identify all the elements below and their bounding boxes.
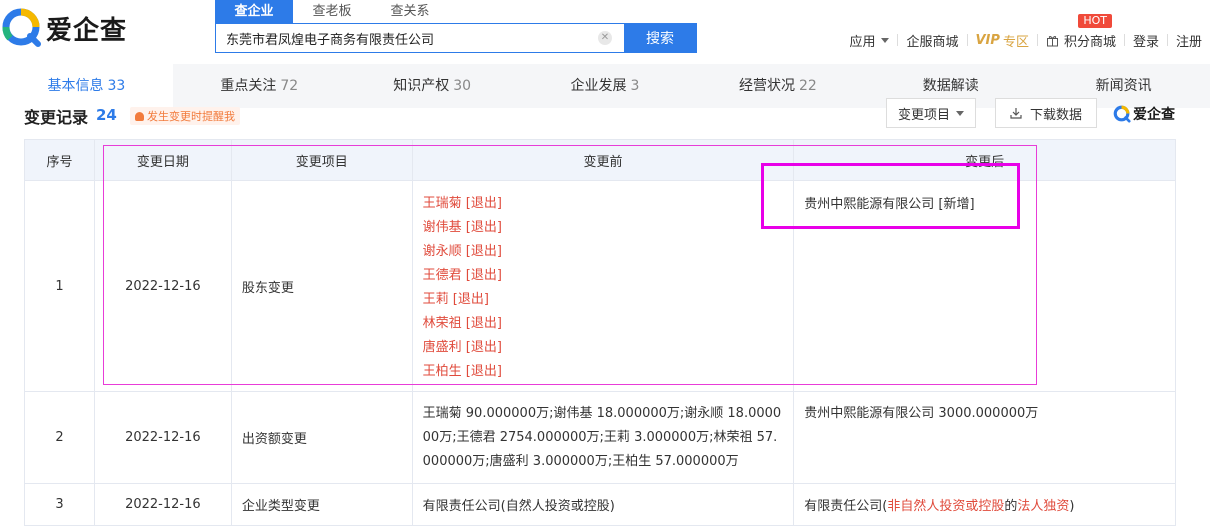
tab-count: 30 [453, 78, 472, 94]
after-highlight: 法人独资 [1017, 499, 1070, 514]
cell-item: 股东变更 [230, 180, 413, 392]
after-text: ) [1069, 499, 1075, 514]
logo-text: 爱企查 [46, 15, 128, 46]
change-remind-button[interactable]: 发生变更时提醒我 [130, 107, 240, 125]
header-idx: 序号 [24, 139, 95, 181]
tab-label: 经营状况 [738, 78, 795, 94]
download-icon [1010, 108, 1022, 119]
table-header-row: 序号 变更日期 变更项目 变更前 变更后 [24, 139, 1176, 181]
tab-basic-info[interactable]: 基本信息 33 [0, 64, 173, 108]
watermark-logo: 爱企查 [1113, 104, 1175, 124]
list-item[interactable]: 唐盛利 [退出] [423, 336, 784, 360]
gift-icon [1046, 35, 1058, 46]
list-item[interactable]: 王柏生 [退出] [423, 360, 784, 384]
chevron-down-icon [881, 37, 890, 43]
logo[interactable]: 爱企查 [2, 8, 142, 48]
cell-after[interactable]: 贵州中熙能源有限公司 [新增] [793, 180, 1176, 392]
tab-development[interactable]: 企业发展 3 [519, 64, 692, 108]
logo-icon [2, 8, 41, 47]
top-nav: 应用 企服商城 VIP 专区 积分商城 登录 注册 HOT [841, 14, 1210, 50]
tab-label: 知识产权 [393, 78, 450, 94]
search-tab-relation[interactable]: 查关系 [371, 0, 449, 24]
tab-label: 数据解读 [922, 78, 979, 94]
hot-badge: HOT [1078, 14, 1112, 28]
table-row: 1 2022-12-16 股东变更 王瑞菊 [退出] 谢伟基 [退出] 谢永顺 … [24, 180, 1176, 392]
after-highlight: 非自然人投资或控股 [887, 499, 1005, 514]
search-type-tabs: 查企业 查老板 查关系 [215, 0, 449, 24]
cell-idx: 1 [24, 180, 95, 392]
tab-label: 企业发展 [570, 78, 627, 94]
header-after: 变更后 [793, 139, 1176, 181]
search-input[interactable] [216, 24, 598, 52]
before-list: 王瑞菊 [退出] 谢伟基 [退出] 谢永顺 [退出] 王德君 [退出] 王莉 [… [423, 192, 784, 384]
section-title: 变更记录 [24, 108, 89, 126]
tab-count: 3 [630, 78, 640, 94]
change-item-select-label: 变更项目 [897, 107, 950, 123]
tab-count: 22 [798, 78, 817, 94]
list-item[interactable]: 王德君 [退出] [423, 264, 784, 288]
nav-points-mall-label: 积分商城 [1063, 34, 1116, 50]
tab-count: 33 [107, 78, 126, 94]
cell-date: 2022-12-16 [93, 391, 232, 484]
cell-item: 出资额变更 [230, 391, 413, 484]
cell-before: 王瑞菊 [退出] 谢伟基 [退出] 谢永顺 [退出] 王德君 [退出] 王莉 [… [411, 180, 795, 392]
nav-vip[interactable]: VIP 专区 [968, 31, 1037, 50]
cell-after: 贵州中熙能源有限公司 3000.000000万 [793, 391, 1176, 484]
watermark-logo-text: 爱企查 [1133, 107, 1175, 123]
search-box: ✕ 搜索 [215, 23, 697, 53]
tab-label: 新闻资讯 [1095, 78, 1152, 94]
header-before: 变更前 [411, 139, 795, 181]
after-text: 的 [1004, 499, 1018, 514]
after-text: 有限责任公司( [804, 499, 888, 514]
logo-icon [1113, 105, 1131, 123]
change-records-table: 序号 变更日期 变更项目 变更前 变更后 1 2022-12-16 股东变更 王… [24, 139, 1176, 526]
download-data-button[interactable]: 下载数据 [995, 98, 1097, 128]
list-item[interactable]: 谢永顺 [退出] [423, 240, 784, 264]
cell-idx: 3 [24, 483, 95, 526]
cell-date: 2022-12-16 [93, 180, 232, 392]
tab-count: 72 [280, 78, 299, 94]
header-date: 变更日期 [93, 139, 232, 181]
cell-idx: 2 [24, 391, 95, 484]
table-row: 3 2022-12-16 企业类型变更 有限责任公司(自然人投资或控股) 有限责… [24, 483, 1176, 526]
search-tab-boss[interactable]: 查老板 [293, 0, 371, 24]
tab-label: 基本信息 [47, 78, 104, 94]
bell-icon [135, 111, 144, 121]
list-item[interactable]: 王莉 [退出] [423, 288, 784, 312]
header-item: 变更项目 [230, 139, 413, 181]
vip-label: VIP [975, 32, 1000, 48]
top-header: 爱企查 查企业 查老板 查关系 ✕ 搜索 应用 企服商城 VIP 专区 [0, 0, 1210, 64]
tab-label: 重点关注 [220, 78, 277, 94]
vip-zone-label: 专区 [1002, 34, 1029, 50]
list-item[interactable]: 谢伟基 [退出] [423, 216, 784, 240]
nav-enterprise-mall[interactable]: 企服商城 [898, 31, 966, 50]
nav-points-mall[interactable]: 积分商城 [1038, 31, 1124, 50]
cell-before: 有限责任公司(自然人投资或控股) [411, 483, 795, 526]
search-tab-company[interactable]: 查企业 [215, 0, 293, 24]
list-item[interactable]: 林荣祖 [退出] [423, 312, 784, 336]
download-label: 下载数据 [1029, 107, 1082, 123]
cell-date: 2022-12-16 [93, 483, 232, 526]
change-item-select[interactable]: 变更项目 [886, 98, 976, 128]
remind-label: 发生变更时提醒我 [147, 110, 235, 123]
tab-key-focus[interactable]: 重点关注 72 [173, 64, 346, 108]
cell-before: 王瑞菊 90.000000万;谢伟基 18.000000万;谢永顺 18.000… [411, 391, 795, 484]
clear-icon[interactable]: ✕ [598, 31, 612, 45]
tab-ip[interactable]: 知识产权 30 [346, 64, 519, 108]
list-item[interactable]: 王瑞菊 [退出] [423, 192, 784, 216]
tab-operations[interactable]: 经营状况 22 [691, 64, 864, 108]
chevron-down-icon [956, 110, 964, 116]
nav-apps-label: 应用 [849, 34, 876, 50]
nav-apps[interactable]: 应用 [841, 31, 897, 50]
section-count: 24 [96, 106, 117, 124]
nav-register[interactable]: 注册 [1168, 31, 1210, 50]
cell-after: 有限责任公司(非自然人投资或控股的法人独资) [793, 483, 1176, 526]
search-button[interactable]: 搜索 [624, 24, 696, 52]
nav-login[interactable]: 登录 [1125, 31, 1167, 50]
table-row: 2 2022-12-16 出资额变更 王瑞菊 90.000000万;谢伟基 18… [24, 391, 1176, 484]
cell-item: 企业类型变更 [230, 483, 413, 526]
